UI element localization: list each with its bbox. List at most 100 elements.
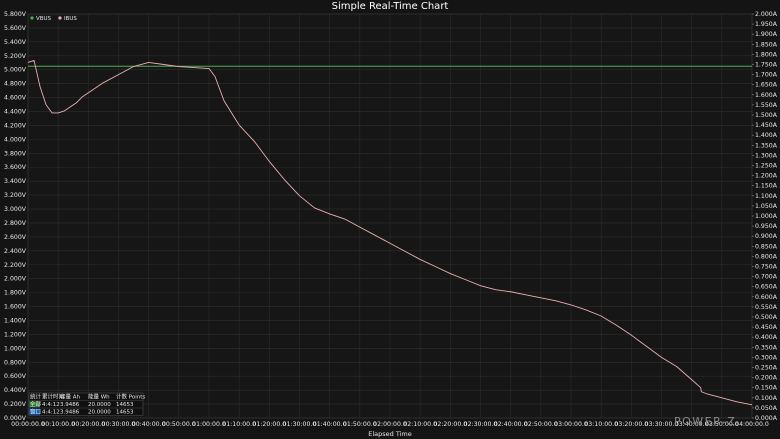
brand-logo: POWER-Z xyxy=(674,415,736,428)
left-tick-label: 2.200V xyxy=(4,262,27,269)
right-tick-label: 1.500A xyxy=(755,112,778,119)
x-tick-label: 02:40:00.0 xyxy=(494,421,528,428)
x-tick-label: 02:30:00.0 xyxy=(464,421,498,428)
stats-cell: 3.9486 xyxy=(60,410,80,416)
right-tick-label: 1.800A xyxy=(755,51,778,58)
right-tick-label: 0.300A xyxy=(755,354,778,361)
right-tick-label: 1.700A xyxy=(755,72,778,79)
legend-label-ibus: IBUS xyxy=(64,16,77,22)
x-tick-label: 00:50:00.0 xyxy=(162,421,196,428)
left-tick-label: 3.200V xyxy=(4,192,27,199)
stats-cell: 4:4:12 xyxy=(42,410,60,416)
chart-title: Simple Real-Time Chart xyxy=(332,1,449,12)
chart-container: Simple Real-Time Chart 0.000V 0.200V 0.400… xyxy=(0,0,780,439)
right-tick-label: 1.850A xyxy=(755,41,778,48)
right-tick-label: 0.050A xyxy=(755,405,778,412)
x-tick-label: 02:00:00.0 xyxy=(373,421,407,428)
left-tick-label: 1.800V xyxy=(4,290,27,297)
right-tick-label: 0.900A xyxy=(755,233,778,240)
left-tick-label: 3.800V xyxy=(4,150,27,157)
real-time-chart: Simple Real-Time Chart 0.000V0.200V0.400… xyxy=(0,0,780,439)
right-tick-label: 1.250A xyxy=(755,163,778,170)
right-tick-label: 1.150A xyxy=(755,183,778,190)
left-tick-label: 4.000V xyxy=(4,136,27,143)
x-tick-label: 00:30:00.0 xyxy=(102,421,136,428)
right-tick-label: 1.550A xyxy=(755,102,778,109)
legend-marker-vbus xyxy=(30,16,34,20)
left-tick-label: 3.600V xyxy=(4,164,27,171)
right-tick-label: 0.200A xyxy=(755,375,778,382)
left-tick-label: 4.400V xyxy=(4,109,27,116)
right-tick-label: 0.950A xyxy=(755,223,778,230)
right-tick-label: 0.600A xyxy=(755,294,778,301)
x-axis-title: Elapsed Time xyxy=(368,430,412,438)
right-tick-label: 1.300A xyxy=(755,152,778,159)
x-tick-label: 00:10:00.0 xyxy=(41,421,75,428)
right-tick-label: 0.800A xyxy=(755,253,778,260)
x-tick-label: 00:40:00.0 xyxy=(132,421,166,428)
x-tick-label: 01:50:00.0 xyxy=(343,421,377,428)
right-tick-label: 0.500A xyxy=(755,314,778,321)
right-tick-label: 1.950A xyxy=(755,21,778,28)
x-tick-label: 01:00:00.0 xyxy=(192,421,226,428)
right-tick-label: 1.450A xyxy=(755,122,778,129)
left-tick-label: 1.200V xyxy=(4,331,27,338)
x-tick-label: 03:10:00.0 xyxy=(584,421,618,428)
left-tick-label: 5.600V xyxy=(4,25,27,32)
left-tick-label: 5.200V xyxy=(4,53,27,60)
stats-header-cell: 计数 Points xyxy=(116,393,145,401)
x-tick-label: 02:20:00.0 xyxy=(433,421,467,428)
left-tick-label: 1.400V xyxy=(4,317,27,324)
left-tick-label: 3.000V xyxy=(4,206,27,213)
x-tick-label: 01:10:00.0 xyxy=(222,421,256,428)
left-tick-label: 1.000V xyxy=(4,345,27,352)
left-tick-label: 2.400V xyxy=(4,248,27,255)
right-tick-label: 0.400A xyxy=(755,334,778,341)
right-tick-label: 1.600A xyxy=(755,92,778,99)
stats-cell: 14653 xyxy=(116,402,134,408)
x-tick-label: 01:30:00.0 xyxy=(283,421,317,428)
x-tick-label: 01:40:00.0 xyxy=(313,421,347,428)
x-tick-label: 03:00:00.0 xyxy=(554,421,588,428)
right-tick-label: 1.100A xyxy=(755,193,778,200)
right-tick-label: 1.350A xyxy=(755,142,778,149)
right-tick-label: 0.700A xyxy=(755,274,778,281)
right-tick-label: 0.550A xyxy=(755,304,778,311)
stats-header-cell: 能量 Wh xyxy=(88,393,110,401)
x-tick-label: 02:10:00.0 xyxy=(403,421,437,428)
left-tick-label: 1.600V xyxy=(4,304,27,311)
left-tick-label: 4.800V xyxy=(4,81,27,88)
legend-label-vbus: VBUS xyxy=(36,16,52,22)
left-tick-label: 5.000V xyxy=(4,67,27,74)
right-tick-label: 0.650A xyxy=(755,284,778,291)
left-tick-label: 5.400V xyxy=(4,39,27,46)
right-tick-label: 0.250A xyxy=(755,365,778,372)
stats-cell: 4:4:12 xyxy=(42,402,60,408)
grid-layer xyxy=(27,13,753,419)
stats-table: 统计 累计时间容量 Ah 能量 Wh 计数 Points全部 4:4:12 3.9486 2… xyxy=(28,393,145,416)
left-tick-label: 2.600V xyxy=(4,234,27,241)
stats-header-cell: 统计 xyxy=(30,393,42,401)
stats-cell: 20.0000 xyxy=(88,402,111,408)
stats-cell: 14653 xyxy=(116,410,134,416)
left-tick-label: 0.400V xyxy=(4,387,27,394)
right-tick-label: 1.750A xyxy=(755,62,778,69)
left-tick-label: 4.200V xyxy=(4,122,27,129)
right-tick-label: 0.150A xyxy=(755,385,778,392)
stats-header-cell: 容量 Ah xyxy=(60,393,81,401)
x-tick-label: 00:20:00.0 xyxy=(71,421,105,428)
right-tick-label: 0.100A xyxy=(755,395,778,402)
right-tick-label: 2.000A xyxy=(755,11,778,18)
right-tick-label: 1.900A xyxy=(755,31,778,38)
x-tick-label: 04:00:00.0 xyxy=(735,421,769,428)
left-tick-label: 4.600V xyxy=(4,95,27,102)
right-tick-label: 0.850A xyxy=(755,243,778,250)
left-tick-label: 2.800V xyxy=(4,220,27,227)
right-tick-label: 0.450A xyxy=(755,324,778,331)
x-tick-label: 01:20:00.0 xyxy=(252,421,286,428)
left-tick-label: 3.400V xyxy=(4,178,27,185)
right-tick-label: 0.750A xyxy=(755,264,778,271)
stats-row-label: 全部 xyxy=(30,400,42,408)
left-tick-label: 0.600V xyxy=(4,373,27,380)
x-tick-label: 00:00:00.0 xyxy=(11,421,45,428)
